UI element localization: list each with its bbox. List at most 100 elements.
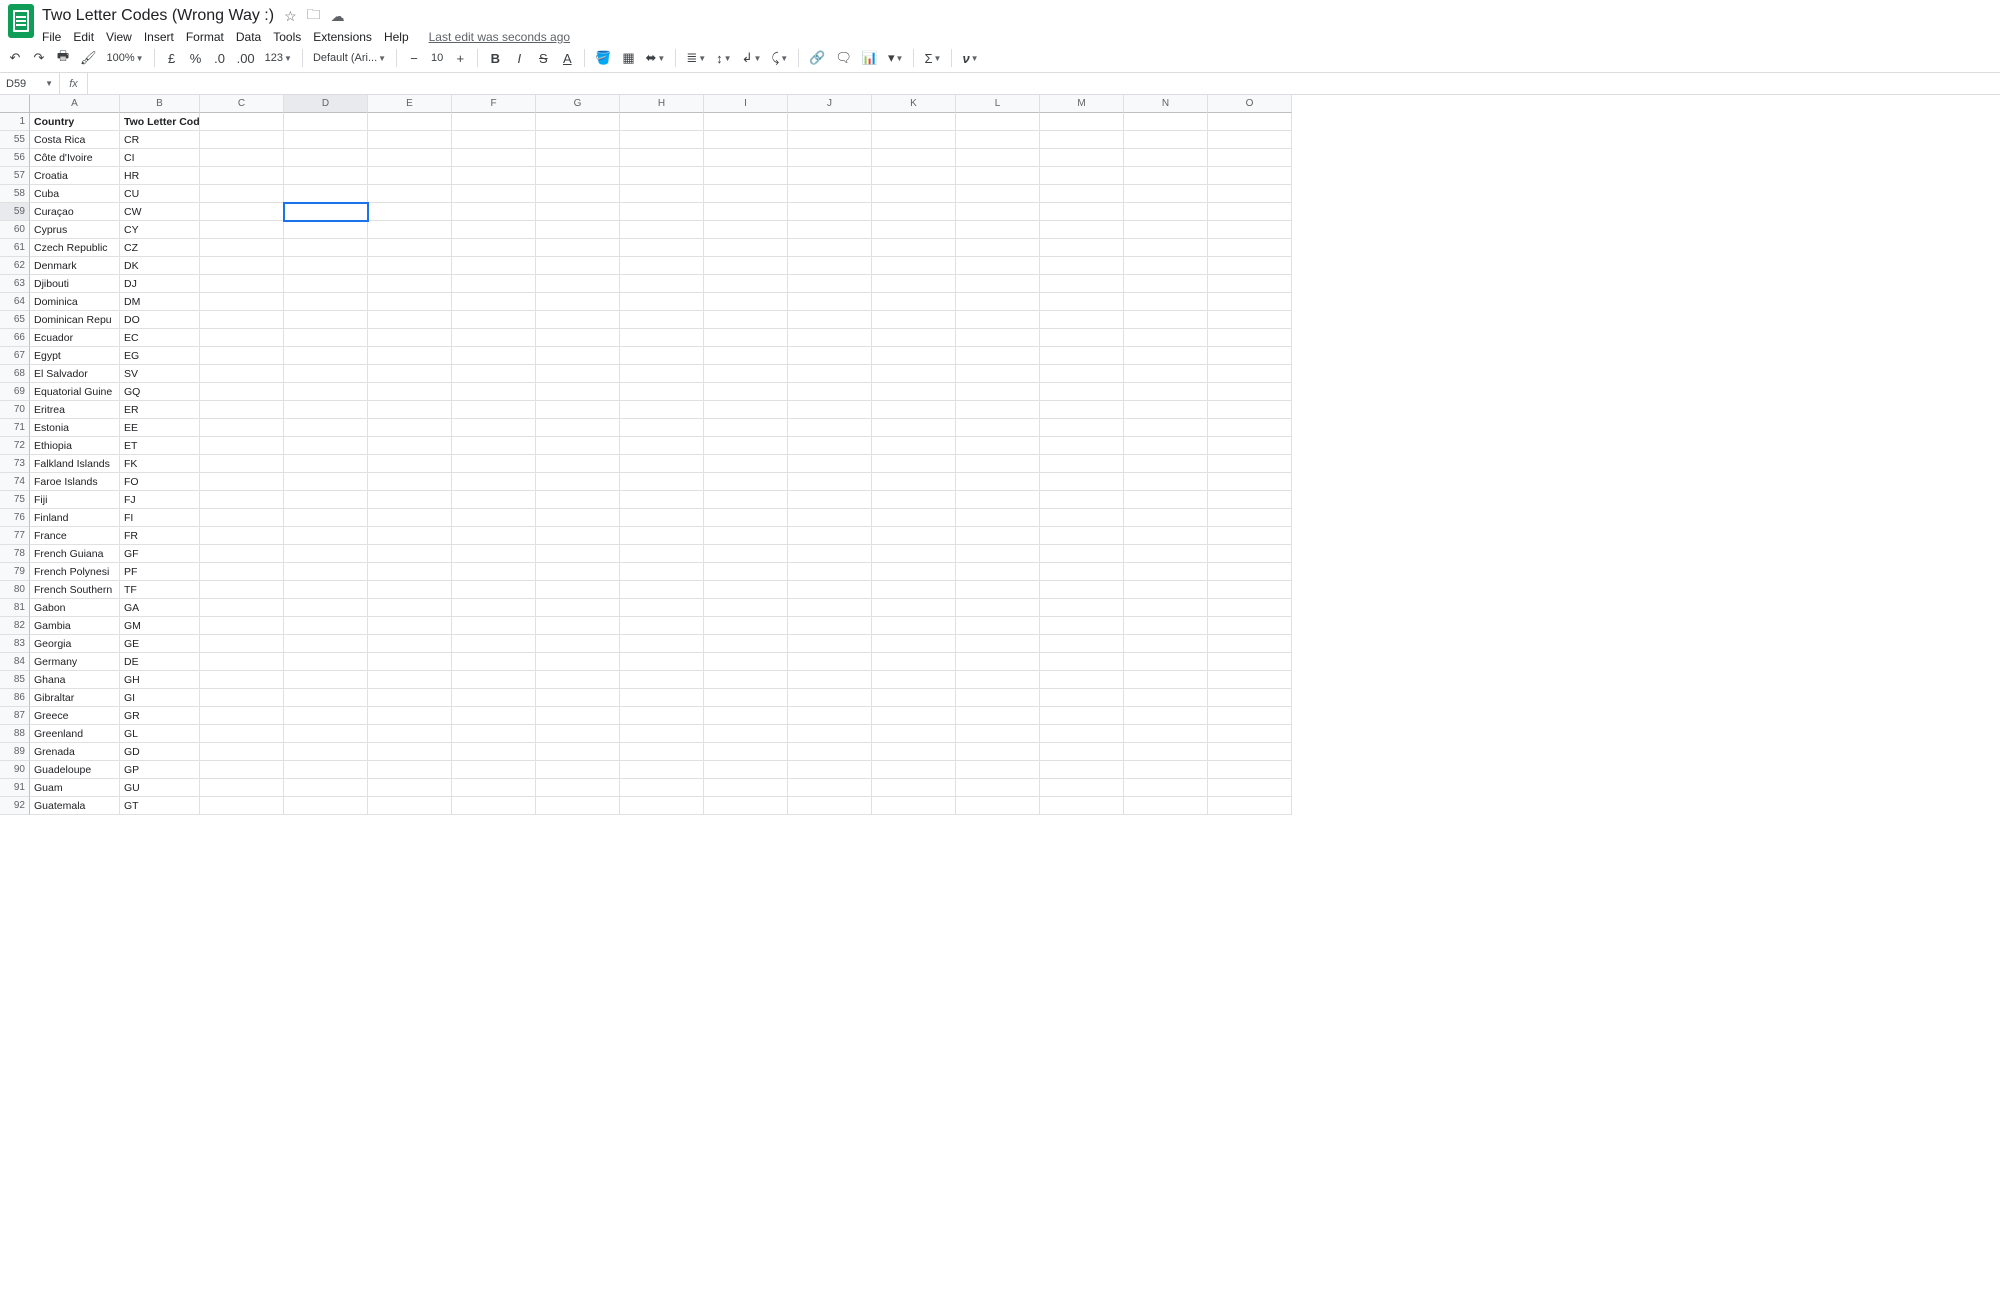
cell-M69[interactable] (1040, 383, 1124, 401)
cell-C63[interactable] (200, 275, 284, 293)
cell-I66[interactable] (704, 329, 788, 347)
cell-I65[interactable] (704, 311, 788, 329)
cell-N91[interactable] (1124, 779, 1208, 797)
cell-J63[interactable] (788, 275, 872, 293)
cell-C60[interactable] (200, 221, 284, 239)
col-header-L[interactable]: L (956, 95, 1040, 113)
cell-A61[interactable]: Czech Republic (30, 239, 120, 257)
cell-G87[interactable] (536, 707, 620, 725)
cell-B78[interactable]: GF (120, 545, 200, 563)
col-header-C[interactable]: C (200, 95, 284, 113)
cell-B62[interactable]: DK (120, 257, 200, 275)
cell-L76[interactable] (956, 509, 1040, 527)
cell-B76[interactable]: FI (120, 509, 200, 527)
cell-F58[interactable] (452, 185, 536, 203)
cell-J71[interactable] (788, 419, 872, 437)
cell-O87[interactable] (1208, 707, 1292, 725)
cell-M86[interactable] (1040, 689, 1124, 707)
row-header-64[interactable]: 64 (0, 293, 30, 311)
cell-O59[interactable] (1208, 203, 1292, 221)
cell-O79[interactable] (1208, 563, 1292, 581)
cell-B56[interactable]: CI (120, 149, 200, 167)
cell-F59[interactable] (452, 203, 536, 221)
cell-K92[interactable] (872, 797, 956, 815)
cell-L90[interactable] (956, 761, 1040, 779)
cell-N78[interactable] (1124, 545, 1208, 563)
cell-K85[interactable] (872, 671, 956, 689)
cell-A66[interactable]: Ecuador (30, 329, 120, 347)
cell-A1[interactable]: Country (30, 113, 120, 131)
cell-C84[interactable] (200, 653, 284, 671)
row-header-88[interactable]: 88 (0, 725, 30, 743)
cell-H71[interactable] (620, 419, 704, 437)
cell-M62[interactable] (1040, 257, 1124, 275)
cell-H90[interactable] (620, 761, 704, 779)
cell-G58[interactable] (536, 185, 620, 203)
cell-M60[interactable] (1040, 221, 1124, 239)
cell-N73[interactable] (1124, 455, 1208, 473)
cell-H70[interactable] (620, 401, 704, 419)
menu-view[interactable]: View (106, 30, 132, 44)
cell-N85[interactable] (1124, 671, 1208, 689)
cell-H79[interactable] (620, 563, 704, 581)
cell-F80[interactable] (452, 581, 536, 599)
cell-K57[interactable] (872, 167, 956, 185)
col-header-J[interactable]: J (788, 95, 872, 113)
row-header-90[interactable]: 90 (0, 761, 30, 779)
cell-H78[interactable] (620, 545, 704, 563)
cell-I78[interactable] (704, 545, 788, 563)
cell-K66[interactable] (872, 329, 956, 347)
cell-D92[interactable] (284, 797, 368, 815)
cell-N61[interactable] (1124, 239, 1208, 257)
cell-I89[interactable] (704, 743, 788, 761)
borders-icon[interactable]: ▦ (621, 48, 635, 68)
cell-D73[interactable] (284, 455, 368, 473)
cell-D1[interactable] (284, 113, 368, 131)
cell-A65[interactable]: Dominican Repu (30, 311, 120, 329)
cell-K75[interactable] (872, 491, 956, 509)
select-all-corner[interactable] (0, 95, 30, 113)
cell-O86[interactable] (1208, 689, 1292, 707)
cell-G65[interactable] (536, 311, 620, 329)
cell-E65[interactable] (368, 311, 452, 329)
cell-B67[interactable]: EG (120, 347, 200, 365)
cell-L72[interactable] (956, 437, 1040, 455)
cell-C85[interactable] (200, 671, 284, 689)
cell-F92[interactable] (452, 797, 536, 815)
cell-M65[interactable] (1040, 311, 1124, 329)
cell-B55[interactable]: CR (120, 131, 200, 149)
col-header-E[interactable]: E (368, 95, 452, 113)
cell-F70[interactable] (452, 401, 536, 419)
cell-C87[interactable] (200, 707, 284, 725)
menu-extensions[interactable]: Extensions (313, 30, 372, 44)
cell-I76[interactable] (704, 509, 788, 527)
cell-H87[interactable] (620, 707, 704, 725)
cell-B63[interactable]: DJ (120, 275, 200, 293)
cell-N60[interactable] (1124, 221, 1208, 239)
row-header-65[interactable]: 65 (0, 311, 30, 329)
cell-H60[interactable] (620, 221, 704, 239)
cell-H76[interactable] (620, 509, 704, 527)
col-header-I[interactable]: I (704, 95, 788, 113)
cell-D70[interactable] (284, 401, 368, 419)
cell-N59[interactable] (1124, 203, 1208, 221)
cell-M92[interactable] (1040, 797, 1124, 815)
text-color-button[interactable]: A (560, 48, 574, 68)
cell-H75[interactable] (620, 491, 704, 509)
cell-L86[interactable] (956, 689, 1040, 707)
font-size-minus-button[interactable]: − (407, 48, 421, 68)
cell-D69[interactable] (284, 383, 368, 401)
cell-M55[interactable] (1040, 131, 1124, 149)
cell-H83[interactable] (620, 635, 704, 653)
cell-I86[interactable] (704, 689, 788, 707)
row-header-74[interactable]: 74 (0, 473, 30, 491)
cell-N82[interactable] (1124, 617, 1208, 635)
cell-G55[interactable] (536, 131, 620, 149)
cell-D60[interactable] (284, 221, 368, 239)
row-header-58[interactable]: 58 (0, 185, 30, 203)
cell-M1[interactable] (1040, 113, 1124, 131)
cell-D67[interactable] (284, 347, 368, 365)
cell-B82[interactable]: GM (120, 617, 200, 635)
cell-C71[interactable] (200, 419, 284, 437)
cell-I70[interactable] (704, 401, 788, 419)
